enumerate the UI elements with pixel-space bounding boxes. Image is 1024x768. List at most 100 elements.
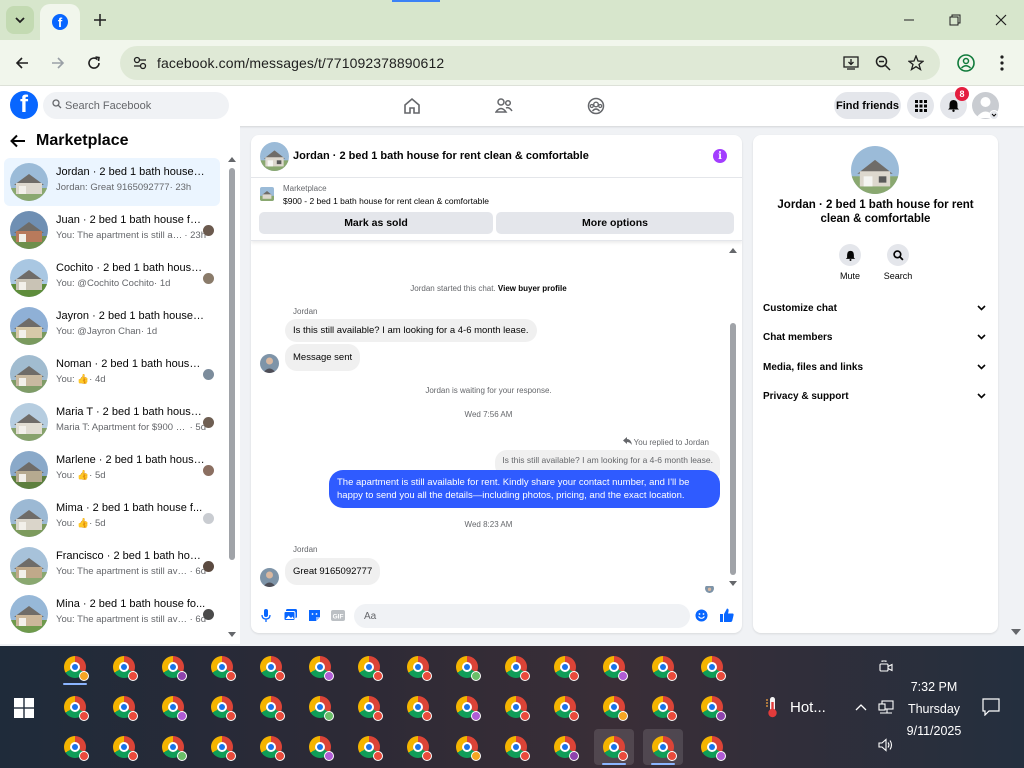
new-tab-button[interactable]: [88, 8, 112, 32]
chrome-profile-taskbar-button[interactable]: [300, 689, 340, 725]
listing-thumbnail[interactable]: [260, 187, 274, 201]
sidebar-scrollbar[interactable]: [228, 156, 236, 640]
chrome-profile-taskbar-button[interactable]: [643, 649, 683, 685]
chrome-profile-taskbar-button[interactable]: [300, 649, 340, 685]
conversation-item[interactable]: Maria T · 2 bed 1 bath house fo... Maria …: [4, 398, 220, 446]
chrome-profile-taskbar-button[interactable]: [692, 729, 732, 765]
bookmark-star-icon[interactable]: [905, 52, 927, 74]
chrome-profile-taskbar-button[interactable]: [251, 729, 291, 765]
customize-chat-section[interactable]: Customize chat: [753, 295, 998, 323]
forward-button[interactable]: [45, 50, 71, 76]
like-button[interactable]: [720, 608, 734, 622]
chrome-profile-taskbar-button[interactable]: [153, 649, 193, 685]
view-buyer-profile-link[interactable]: View buyer profile: [498, 284, 567, 293]
incoming-message[interactable]: Message sent: [285, 344, 361, 371]
back-button[interactable]: [9, 50, 35, 76]
mute-button[interactable]: Mute: [830, 244, 870, 281]
site-info-icon[interactable]: [130, 53, 150, 73]
chat-title[interactable]: Jordan · 2 bed 1 bath house for rent cle…: [293, 150, 589, 162]
chat-house-thumbnail[interactable]: [260, 142, 289, 171]
weather-widget[interactable]: Hot...: [764, 696, 826, 718]
chrome-profile-taskbar-button[interactable]: [496, 729, 536, 765]
chrome-profile-taskbar-button[interactable]: [496, 689, 536, 725]
friends-nav-button[interactable]: [494, 96, 514, 116]
chrome-profile-taskbar-button[interactable]: [594, 689, 634, 725]
find-friends-button[interactable]: Find friends: [834, 92, 901, 119]
info-house-thumbnail[interactable]: [851, 146, 899, 194]
conversation-item[interactable]: Jordan · 2 bed 1 bath house for... Jordan…: [4, 158, 220, 206]
chat-scrollbar[interactable]: [729, 247, 737, 592]
chrome-profile-taskbar-button[interactable]: [300, 729, 340, 765]
close-window-button[interactable]: [989, 8, 1013, 32]
home-nav-button[interactable]: [402, 96, 422, 116]
privacy-support-section[interactable]: Privacy & support: [753, 383, 998, 411]
back-arrow-icon[interactable]: [10, 134, 26, 148]
network-icon[interactable]: [877, 698, 895, 716]
minimize-button[interactable]: [897, 8, 921, 32]
chrome-profile-taskbar-button[interactable]: [55, 689, 95, 725]
conversation-item[interactable]: Noman · 2 bed 1 bath house ... You: 👍 · 4…: [4, 350, 220, 398]
action-center-button[interactable]: [982, 698, 1000, 717]
message-input[interactable]: [354, 604, 690, 628]
chrome-profile-taskbar-button[interactable]: [153, 689, 193, 725]
voice-clip-button[interactable]: [259, 608, 273, 622]
chrome-profile-taskbar-button[interactable]: [104, 649, 144, 685]
sticker-button[interactable]: [307, 608, 321, 622]
conversation-item[interactable]: Juan · 2 bed 1 bath house for... You: The…: [4, 206, 220, 254]
chrome-profile-taskbar-button[interactable]: [692, 649, 732, 685]
jordan-avatar[interactable]: [260, 568, 279, 587]
reload-button[interactable]: [81, 50, 107, 76]
show-hidden-icons-button[interactable]: [852, 698, 870, 716]
page-scroll-down-icon[interactable]: [1011, 626, 1021, 640]
chrome-profile-taskbar-button[interactable]: [643, 729, 683, 765]
meet-now-icon[interactable]: [877, 658, 895, 676]
outgoing-message[interactable]: The apartment is still available for ren…: [329, 470, 720, 508]
chrome-profile-taskbar-button[interactable]: [202, 649, 242, 685]
chrome-profile-taskbar-button[interactable]: [594, 649, 634, 685]
chrome-profile-taskbar-button[interactable]: [398, 649, 438, 685]
incoming-message[interactable]: Great 9165092777: [285, 558, 381, 585]
scroll-up-icon[interactable]: [228, 156, 236, 162]
gif-button[interactable]: GIF: [331, 608, 345, 622]
chrome-profile-taskbar-button[interactable]: [447, 729, 487, 765]
chrome-profile-taskbar-button[interactable]: [55, 649, 95, 685]
chrome-profile-taskbar-button[interactable]: [153, 729, 193, 765]
conversation-item[interactable]: Jayron · 2 bed 1 bath house for ... You: …: [4, 302, 220, 350]
groups-nav-button[interactable]: [586, 96, 606, 116]
install-app-icon[interactable]: [840, 52, 862, 74]
chrome-profile-taskbar-button[interactable]: [545, 689, 585, 725]
conversation-item[interactable]: Francisco · 2 bed 1 bath hous... You: The…: [4, 542, 220, 590]
media-files-links-section[interactable]: Media, files and links: [753, 354, 998, 382]
chrome-profile-taskbar-button[interactable]: [55, 729, 95, 765]
search-conversation-button[interactable]: Search: [878, 244, 918, 281]
chrome-profile-taskbar-button[interactable]: [496, 649, 536, 685]
chrome-profile-taskbar-button[interactable]: [202, 729, 242, 765]
start-button[interactable]: [14, 698, 34, 718]
chrome-profile-taskbar-button[interactable]: [447, 689, 487, 725]
chrome-profile-taskbar-button[interactable]: [594, 729, 634, 765]
chrome-profile-taskbar-button[interactable]: [398, 689, 438, 725]
chrome-profile-taskbar-button[interactable]: [447, 649, 487, 685]
facebook-logo-icon[interactable]: f: [10, 91, 38, 119]
menu-grid-button[interactable]: [907, 92, 934, 119]
chrome-profile-taskbar-button[interactable]: [545, 729, 585, 765]
attach-photo-button[interactable]: [283, 608, 297, 622]
facebook-search[interactable]: [43, 92, 229, 119]
chat-scroll-thumb[interactable]: [730, 323, 736, 575]
zoom-icon[interactable]: [872, 52, 894, 74]
volume-icon[interactable]: [877, 736, 895, 754]
scroll-down-icon[interactable]: [729, 581, 737, 587]
conversation-item[interactable]: Cochito · 2 bed 1 bath house fo... You: @…: [4, 254, 220, 302]
jordan-avatar[interactable]: [260, 354, 279, 373]
mark-as-sold-button[interactable]: Mark as sold: [259, 212, 493, 234]
tab-search-button[interactable]: [6, 6, 34, 34]
chrome-profile-taskbar-button[interactable]: [104, 729, 144, 765]
conversation-item[interactable]: Mina · 2 bed 1 bath house fo... You: The …: [4, 590, 220, 638]
more-options-button[interactable]: More options: [496, 212, 734, 234]
scroll-up-icon[interactable]: [729, 247, 737, 253]
incoming-message[interactable]: Is this still available? I am looking fo…: [285, 319, 537, 342]
emoji-button[interactable]: [694, 608, 708, 622]
browser-tab-facebook[interactable]: f: [40, 4, 80, 40]
url-text[interactable]: facebook.com/messages/t/771092378890612: [157, 55, 444, 71]
system-clock[interactable]: 7:32 PM Thursday 9/11/2025: [896, 676, 972, 742]
